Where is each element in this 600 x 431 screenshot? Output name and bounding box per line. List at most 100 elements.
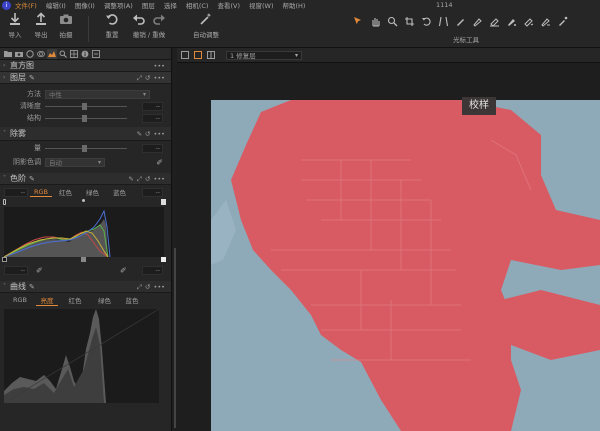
levels-gamma-handle[interactable] [81, 257, 86, 262]
levels-output-high[interactable]: -- [142, 187, 163, 197]
menu-file[interactable]: 文件(F) [15, 0, 37, 10]
layers-section-header[interactable]: › 图层 ✎ ⤢ ↺ ••• [0, 72, 171, 84]
layer-select[interactable]: 1 修复层 [226, 50, 302, 60]
photo-canvas[interactable] [211, 100, 600, 431]
eraser-tool[interactable] [486, 14, 503, 28]
redo-icon[interactable] [152, 12, 166, 26]
reset-icon[interactable]: ↺ [145, 283, 150, 291]
structure-slider[interactable] [45, 114, 127, 122]
reset-icon[interactable]: ↺ [145, 74, 150, 82]
select-cursor-tool[interactable] [350, 14, 367, 28]
auto-adjust-button[interactable]: 自动调整 [193, 12, 219, 39]
keystone-tool[interactable] [435, 14, 452, 28]
pan-tool[interactable] [367, 14, 384, 28]
histogram-section-header[interactable]: › 直方图 ••• [0, 60, 171, 72]
menu-select[interactable]: 选择 [164, 0, 177, 10]
structure-value[interactable]: -- [142, 113, 163, 123]
amount-slider-knob[interactable] [82, 144, 87, 152]
menu-adjustments[interactable]: 调整项(A) [104, 0, 133, 10]
tab-color[interactable] [36, 49, 46, 59]
levels-section-header[interactable]: ˅ 色阶 ✎ ✎ ⤢ ↺ ••• [0, 173, 171, 185]
proof-view-button[interactable] [193, 50, 203, 60]
copy-settings-icon[interactable]: ⤢ [137, 175, 142, 184]
brush-tool[interactable] [469, 14, 486, 28]
tab-exposure[interactable] [47, 48, 57, 59]
more-icon[interactable]: ••• [153, 175, 165, 183]
levels-tab-red[interactable]: 红色 [52, 187, 79, 197]
app-logo-icon[interactable]: i [2, 0, 11, 10]
import-button[interactable]: 导入 [8, 12, 22, 39]
amount-slider[interactable] [45, 144, 127, 152]
menu-image[interactable]: 图像(I) [75, 0, 95, 10]
crop-tool[interactable] [401, 14, 418, 28]
levels-tab-blue[interactable]: 蓝色 [106, 187, 133, 197]
menu-view[interactable]: 查看(V) [217, 0, 240, 10]
tab-capture[interactable] [14, 49, 24, 59]
eyedropper-icon[interactable]: ✐ [36, 266, 43, 275]
curves-tab-red[interactable]: 红色 [58, 295, 92, 305]
curves-section-header[interactable]: ˅ 曲线 ✎ ⤢ ↺ ••• [0, 281, 171, 293]
scrollbar-thumb[interactable] [174, 248, 176, 428]
curves-tab-rgb[interactable]: RGB [4, 296, 36, 304]
single-view-button[interactable] [180, 50, 190, 60]
capture-button[interactable]: 拍摄 [59, 12, 73, 39]
structure-slider-knob[interactable] [82, 114, 87, 122]
levels-mid-marker[interactable] [82, 199, 85, 202]
tab-metadata[interactable] [80, 49, 90, 59]
clarity-slider-knob[interactable] [82, 102, 87, 110]
reset-icon[interactable]: ↺ [145, 175, 150, 183]
tab-batch[interactable] [91, 49, 101, 59]
export-button[interactable]: 导出 [34, 12, 48, 39]
curves-tab-green[interactable]: 绿色 [92, 295, 117, 305]
more-icon[interactable]: ••• [153, 62, 165, 70]
levels-high-input-marker[interactable] [161, 199, 166, 205]
edit-pen-icon[interactable]: ✎ [137, 130, 142, 138]
tab-adjustments[interactable] [69, 49, 79, 59]
rotate-tool[interactable] [418, 14, 435, 28]
levels-output-low[interactable]: -- [4, 187, 28, 197]
menu-camera[interactable]: 相机(C) [186, 0, 209, 10]
amount-value[interactable]: -- [142, 143, 163, 153]
curves-tab-luma[interactable]: 亮度 [36, 295, 58, 306]
levels-tab-rgb[interactable]: RGB [30, 188, 52, 197]
reset-icon[interactable]: ↺ [145, 130, 150, 138]
compare-view-button[interactable] [206, 50, 216, 60]
menu-layers[interactable]: 图层 [142, 0, 155, 10]
tab-lens[interactable] [25, 49, 35, 59]
eyedropper-icon[interactable]: ✐ [156, 158, 163, 167]
levels-input-low[interactable]: -- [4, 265, 28, 275]
fill-mask-tool[interactable] [520, 14, 537, 28]
gradient-mask-tool[interactable] [503, 14, 520, 28]
eyedropper-icon[interactable]: ✐ [120, 266, 127, 275]
menu-window[interactable]: 视窗(W) [249, 0, 274, 10]
copy-settings-icon[interactable]: ⤢ [137, 74, 142, 83]
tab-details[interactable] [58, 49, 68, 59]
reset-button[interactable]: 重置 [105, 12, 119, 39]
more-icon[interactable]: ••• [153, 283, 165, 291]
clarity-slider[interactable] [45, 102, 127, 110]
auto-levels-icon[interactable]: ✎ [128, 175, 133, 183]
tab-library[interactable] [3, 49, 13, 59]
curves-tab-blue[interactable]: 蓝色 [117, 295, 147, 305]
curve-graph[interactable] [4, 309, 159, 403]
shadow-tone-dropdown[interactable]: 自动 [45, 157, 105, 167]
more-icon[interactable]: ••• [153, 74, 165, 82]
levels-black-point-handle[interactable] [2, 257, 7, 262]
more-icon[interactable]: ••• [153, 130, 165, 138]
heal-tool[interactable] [537, 14, 554, 28]
picker-tool[interactable] [554, 14, 571, 28]
levels-tab-green[interactable]: 绿色 [79, 187, 106, 197]
menu-edit[interactable]: 编辑(I) [46, 0, 66, 10]
levels-histogram[interactable] [3, 207, 164, 258]
image-viewer[interactable]: 校样 [177, 63, 600, 431]
undo-icon[interactable] [132, 12, 146, 26]
clarity-value[interactable]: -- [142, 101, 163, 111]
levels-low-input-marker[interactable] [3, 199, 6, 205]
levels-input-high[interactable]: -- [142, 265, 163, 275]
method-dropdown[interactable]: 中性 [45, 89, 150, 99]
copy-settings-icon[interactable]: ⤢ [137, 283, 142, 292]
pen-tool[interactable] [452, 14, 469, 28]
zoom-tool[interactable] [384, 14, 401, 28]
dehaze-section-header[interactable]: ˅ 除雾 ✎ ↺ ••• [0, 127, 171, 141]
menu-help[interactable]: 帮助(H) [283, 0, 306, 10]
